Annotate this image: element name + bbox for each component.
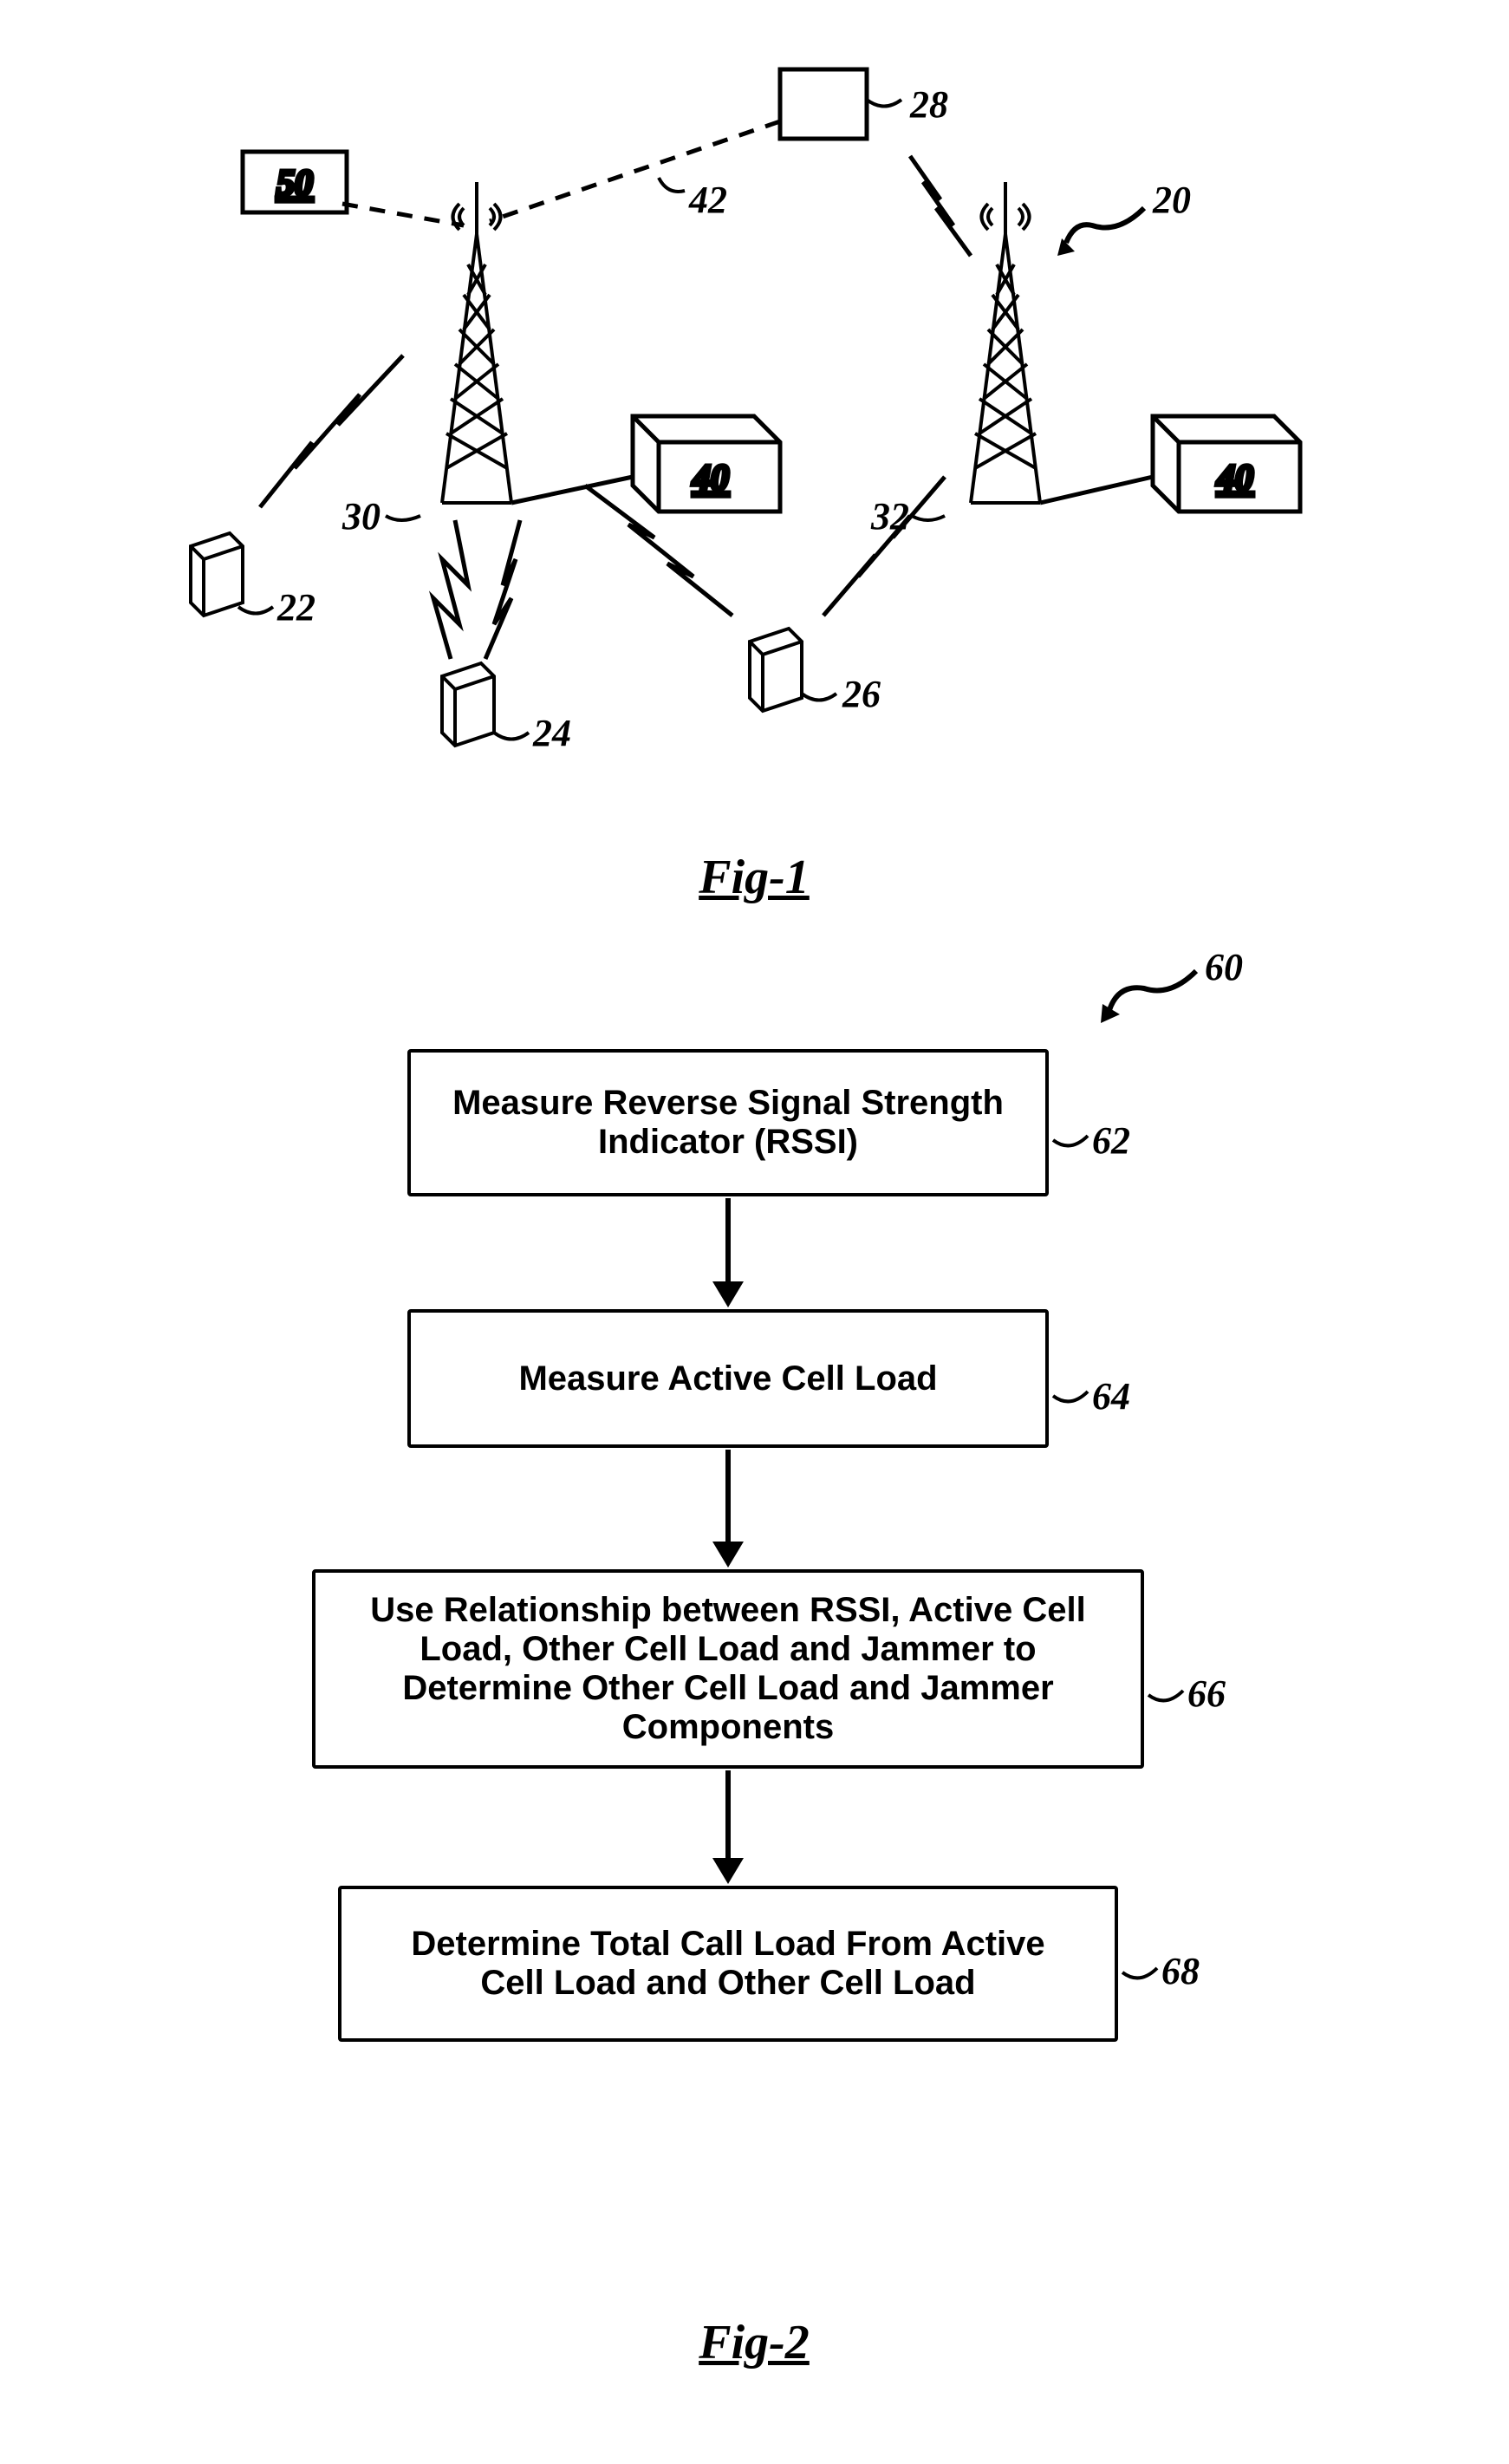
svg-text:40: 40 bbox=[1216, 459, 1253, 499]
svg-text:40: 40 bbox=[692, 459, 729, 499]
box-62-text: Measure Reverse Signal Strength Indicato… bbox=[446, 1084, 1011, 1162]
figure-1-label: Fig-1 bbox=[173, 850, 1335, 905]
box-66-text: Use Relationship between RSSI, Active Ce… bbox=[350, 1591, 1106, 1747]
ref-68: 68 bbox=[1161, 1949, 1200, 1993]
figure-2-label: Fig-2 bbox=[225, 2315, 1283, 2370]
ref-28: 28 bbox=[910, 82, 948, 127]
mobile-device-26 bbox=[750, 629, 802, 711]
ref-20: 20 bbox=[1153, 178, 1191, 222]
ref-32: 32 bbox=[871, 494, 909, 538]
svg-text:50: 50 bbox=[276, 164, 313, 204]
figure-2: 60 Measure Reverse Signal Strength Indic… bbox=[225, 954, 1283, 2341]
equipment-box-40-left: 40 bbox=[633, 416, 780, 512]
radio-link-icon bbox=[260, 156, 971, 659]
equipment-box-40-right: 40 bbox=[1153, 416, 1300, 512]
node-28 bbox=[780, 69, 867, 139]
ref-66: 66 bbox=[1187, 1672, 1226, 1716]
arrow-line bbox=[725, 1770, 731, 1861]
box-64-text: Measure Active Cell Load bbox=[518, 1359, 937, 1398]
base-station-tower-2 bbox=[971, 182, 1040, 503]
arrow-line bbox=[725, 1198, 731, 1285]
arrow-head-icon bbox=[712, 1858, 744, 1884]
box-68-text: Determine Total Call Load From Active Ce… bbox=[376, 1925, 1080, 2003]
ref-26: 26 bbox=[842, 672, 881, 716]
arrow-head-icon bbox=[712, 1542, 744, 1568]
flowchart-box-68: Determine Total Call Load From Active Ce… bbox=[338, 1886, 1118, 2042]
fig1-svg: 50 40 40 bbox=[173, 52, 1335, 789]
ref-24: 24 bbox=[533, 711, 571, 755]
base-station-tower-1 bbox=[442, 182, 511, 503]
arrow-head-icon bbox=[712, 1281, 744, 1307]
flowchart-box-64: Measure Active Cell Load bbox=[407, 1309, 1049, 1448]
mobile-device-24 bbox=[442, 663, 494, 746]
arrow-line bbox=[725, 1450, 731, 1545]
ref-60: 60 bbox=[1205, 945, 1243, 989]
ref-42: 42 bbox=[689, 178, 727, 222]
mobile-device-22 bbox=[191, 533, 243, 616]
ref-64: 64 bbox=[1092, 1374, 1130, 1418]
flowchart-box-62: Measure Reverse Signal Strength Indicato… bbox=[407, 1049, 1049, 1196]
figure-1: 50 40 40 bbox=[173, 52, 1335, 789]
flowchart-box-66: Use Relationship between RSSI, Active Ce… bbox=[312, 1569, 1144, 1769]
ref-30: 30 bbox=[342, 494, 381, 538]
ref-22: 22 bbox=[277, 585, 315, 629]
ref-62: 62 bbox=[1092, 1118, 1130, 1163]
node-50: 50 bbox=[243, 152, 347, 212]
